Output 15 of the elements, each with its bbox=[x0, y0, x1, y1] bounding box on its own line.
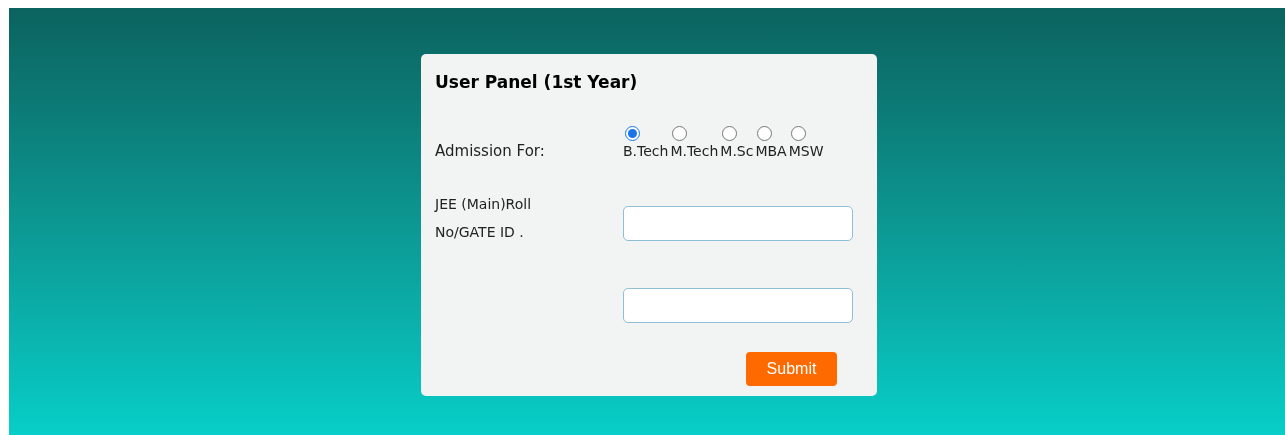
radio-label[interactable]: MBA bbox=[755, 141, 787, 161]
input-field[interactable] bbox=[623, 206, 853, 241]
field-label: JEE (Main)Roll No/GATE ID . bbox=[435, 195, 533, 242]
radio-button[interactable] bbox=[672, 126, 688, 141]
radio-button[interactable] bbox=[722, 126, 738, 141]
radio-label[interactable]: M.Tech bbox=[670, 141, 719, 161]
radio-label[interactable]: M.Sc bbox=[720, 141, 754, 161]
radio-button[interactable] bbox=[625, 126, 640, 141]
radio-label[interactable]: MSW bbox=[788, 141, 824, 161]
radio-button[interactable] bbox=[790, 126, 806, 141]
radio-label[interactable]: B.Tech bbox=[623, 141, 669, 161]
panel-title: User Panel (1st Year) bbox=[435, 71, 639, 94]
input-field[interactable] bbox=[623, 288, 853, 323]
radio-button[interactable] bbox=[757, 126, 773, 141]
field-label: Admission For: bbox=[435, 141, 546, 162]
